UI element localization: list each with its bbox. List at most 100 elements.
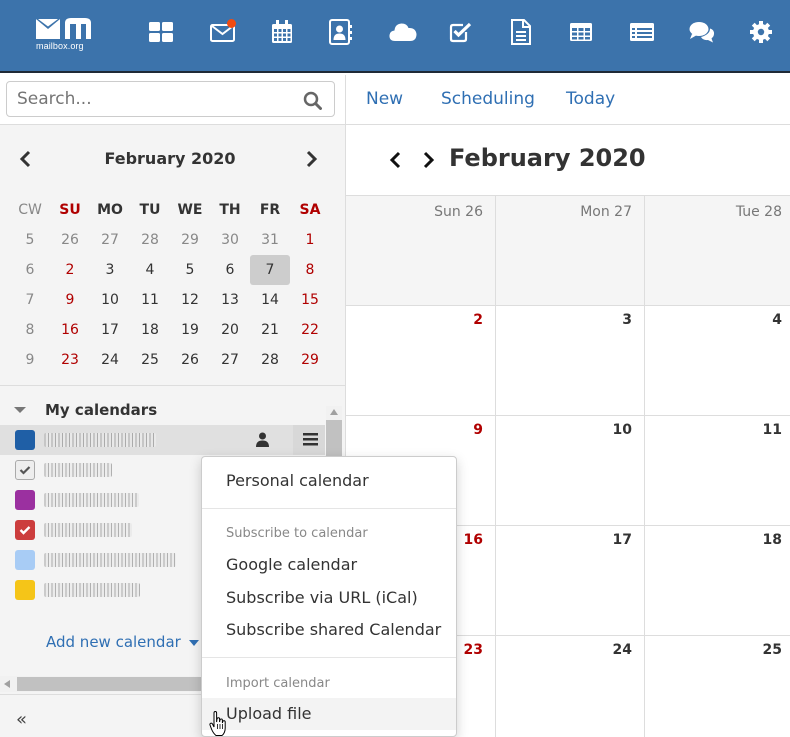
contacts-app-button[interactable] — [327, 18, 355, 46]
documents-app-button[interactable] — [507, 18, 535, 46]
day-cell[interactable]: 24 — [496, 636, 645, 737]
mini-day[interactable]: 25 — [130, 345, 170, 375]
collapse-sidebar-button[interactable]: « — [16, 709, 27, 730]
mini-day[interactable]: 27 — [210, 345, 250, 375]
my-calendars-toggle[interactable]: My calendars — [14, 401, 157, 419]
mini-day[interactable]: 6 — [210, 255, 250, 285]
mini-day[interactable]: 3 — [90, 255, 130, 285]
add-new-calendar-button[interactable]: Add new calendar — [46, 633, 199, 651]
calendar-color-swatch[interactable] — [15, 550, 35, 570]
mini-day[interactable]: 16 — [50, 315, 90, 345]
day-cell[interactable]: 4 — [645, 306, 790, 416]
calendar-checkbox-checked[interactable] — [15, 520, 35, 540]
mailbox-logo[interactable]: mailbox.org — [35, 17, 95, 53]
mini-day[interactable]: 13 — [210, 285, 250, 315]
settings-app-button[interactable] — [747, 18, 775, 46]
mini-day[interactable]: 5 — [170, 255, 210, 285]
search-input[interactable] — [6, 81, 335, 117]
mini-calendar-weekdays: CW SU MO TU WE TH FR SA — [10, 195, 330, 225]
subscribe-ical-option[interactable]: Subscribe via URL (iCal) — [202, 582, 456, 614]
month-view-header: February 2020 — [346, 126, 790, 196]
mini-day[interactable]: 21 — [250, 315, 290, 345]
mini-day[interactable]: 24 — [90, 345, 130, 375]
mini-day[interactable]: 28 — [250, 345, 290, 375]
day-cell[interactable]: Tue 28 — [645, 196, 790, 306]
checkmark-icon — [19, 526, 31, 535]
mini-day[interactable]: 28 — [130, 225, 170, 255]
day-cell[interactable]: 18 — [645, 526, 790, 636]
search-icon[interactable] — [303, 91, 322, 110]
mini-day-selected[interactable]: 7 — [250, 255, 290, 285]
day-cell[interactable]: 11 — [645, 416, 790, 526]
scroll-left-icon[interactable] — [4, 680, 10, 688]
calendar-week-number: 9 — [25, 352, 35, 368]
calendar-app-button[interactable] — [268, 18, 296, 46]
day-cell[interactable]: 10 — [496, 416, 645, 526]
presentation-app-button[interactable] — [628, 18, 656, 46]
day-number: 23 — [463, 642, 483, 658]
portal-app-button[interactable] — [147, 18, 175, 46]
logo-icon — [36, 18, 91, 39]
mini-next-month-icon[interactable] — [305, 149, 319, 169]
mini-day[interactable]: 19 — [170, 315, 210, 345]
mini-day[interactable]: 29 — [170, 225, 210, 255]
horizontal-scroll-thumb[interactable] — [17, 677, 207, 691]
day-cell[interactable]: 25 — [645, 636, 790, 737]
new-button[interactable]: New — [366, 89, 403, 109]
chat-app-button[interactable] — [688, 18, 716, 46]
calendar-checkbox[interactable] — [15, 460, 35, 480]
day-cell[interactable]: Mon 27 — [496, 196, 645, 306]
mini-day[interactable]: 14 — [250, 285, 290, 315]
day-cell[interactable]: 3 — [496, 306, 645, 416]
mini-day[interactable]: 26 — [170, 345, 210, 375]
calendar-icon — [272, 20, 292, 43]
mini-day[interactable]: 4 — [130, 255, 170, 285]
grid-icon — [149, 22, 173, 42]
mini-day[interactable]: 10 — [90, 285, 130, 315]
spreadsheet-app-button[interactable] — [567, 18, 595, 46]
calendar-color-swatch[interactable] — [15, 580, 35, 600]
today-button[interactable]: Today — [566, 89, 615, 109]
mini-day[interactable]: 9 — [50, 285, 90, 315]
day-cell[interactable]: Sun 26 — [346, 196, 496, 306]
drive-app-button[interactable] — [389, 18, 417, 46]
mini-day[interactable]: 30 — [210, 225, 250, 255]
personal-calendar-option[interactable]: Personal calendar — [202, 465, 456, 497]
next-month-icon[interactable] — [422, 150, 436, 170]
mini-day[interactable]: 2 — [50, 255, 90, 285]
mini-day[interactable]: 12 — [170, 285, 210, 315]
calendar-toolbar: New Scheduling Today — [346, 75, 790, 125]
tasks-app-button[interactable] — [447, 18, 475, 46]
mini-day[interactable]: 1 — [290, 225, 330, 255]
mini-day[interactable]: 11 — [130, 285, 170, 315]
mini-day[interactable]: 18 — [130, 315, 170, 345]
mail-app-button[interactable] — [209, 18, 237, 46]
day-cell[interactable]: 2 — [346, 306, 496, 416]
day-cell[interactable]: 17 — [496, 526, 645, 636]
weekday-sa: SA — [299, 202, 321, 218]
calendar-color-swatch[interactable] — [15, 490, 35, 510]
scroll-up-icon[interactable] — [330, 409, 338, 415]
calendar-list-item[interactable] — [0, 425, 325, 455]
scheduling-button[interactable]: Scheduling — [441, 89, 535, 109]
mini-day[interactable]: 29 — [290, 345, 330, 375]
subscribe-shared-option[interactable]: Subscribe shared Calendar — [202, 614, 456, 646]
horizontal-scrollbar[interactable] — [0, 676, 207, 692]
mini-day[interactable]: 15 — [290, 285, 330, 315]
mini-day[interactable]: 27 — [90, 225, 130, 255]
mini-day[interactable]: 8 — [290, 255, 330, 285]
list-icon — [630, 23, 654, 41]
prev-month-icon[interactable] — [388, 150, 402, 170]
search-area — [0, 75, 345, 125]
mini-day[interactable]: 31 — [250, 225, 290, 255]
upload-file-option[interactable]: Upload file — [202, 698, 456, 730]
mini-day[interactable]: 26 — [50, 225, 90, 255]
mini-day[interactable]: 22 — [290, 315, 330, 345]
calendar-color-swatch[interactable] — [15, 430, 35, 450]
mini-day[interactable]: 17 — [90, 315, 130, 345]
google-calendar-option[interactable]: Google calendar — [202, 549, 456, 581]
mini-calendar-title: February 2020 — [104, 149, 236, 168]
mini-day[interactable]: 20 — [210, 315, 250, 345]
mini-day[interactable]: 23 — [50, 345, 90, 375]
calendar-options-button[interactable] — [293, 425, 325, 455]
